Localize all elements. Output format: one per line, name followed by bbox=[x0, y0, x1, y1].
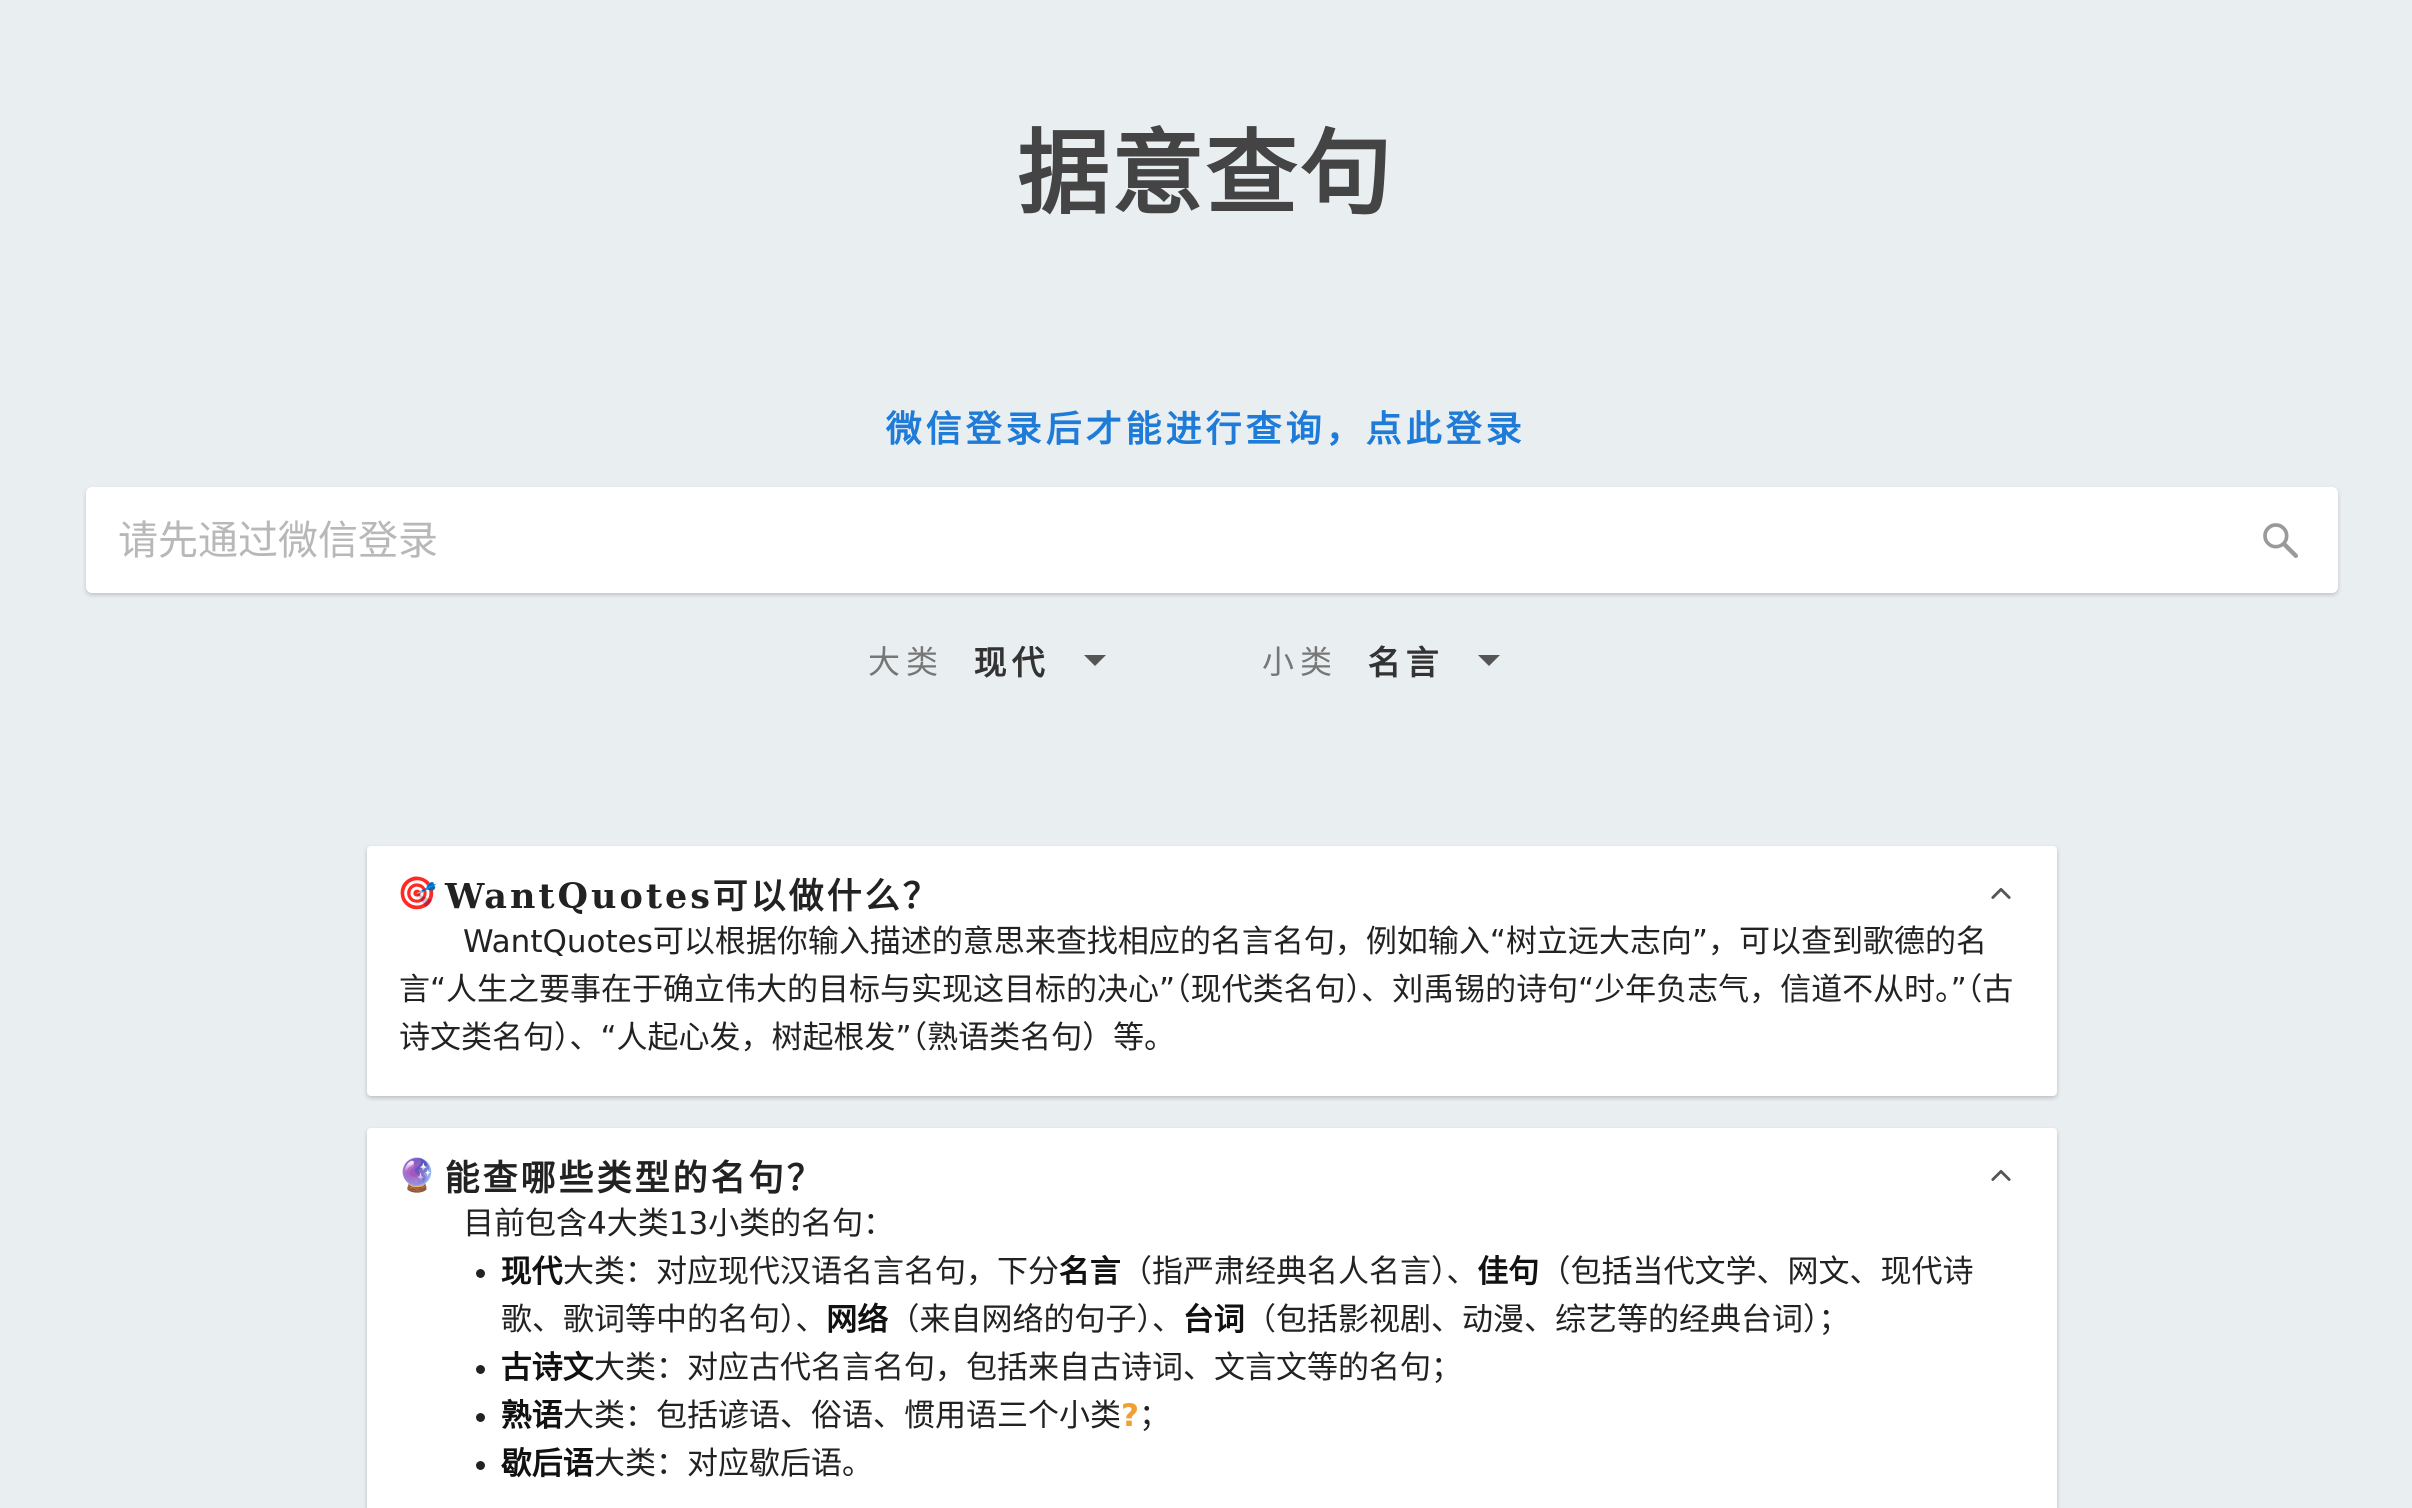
list-item: 熟语大类：包括谚语、俗语、惯用语三个小类?； bbox=[501, 1392, 2025, 1440]
faq-card-types: 🔮 能查哪些类型的名句？ 目前包含4大类13小类的名句： 现代大类：对应现代汉语… bbox=[367, 1128, 2057, 1508]
chevron-up-icon[interactable] bbox=[1987, 880, 2015, 908]
faq-card-title: 能查哪些类型的名句？ bbox=[445, 1157, 826, 1199]
faq-answer-text: WantQuotes可以根据你输入描述的意思来查找相应的名言名句，例如输入“树立… bbox=[399, 924, 2014, 1056]
chevron-up-icon[interactable] bbox=[1987, 1162, 2015, 1190]
filter-bar: 大类 现代 小类 名言 bbox=[0, 630, 2412, 690]
category-select[interactable]: 大类 现代 bbox=[868, 630, 1107, 690]
list-item: 古诗文大类：对应古代名言名句，包括来自古诗词、文言文等的名句； bbox=[501, 1344, 2025, 1392]
subtype-desc: （指严肃经典名人名言）、 bbox=[1121, 1254, 1478, 1290]
type-desc: ； bbox=[1138, 1398, 1170, 1434]
subcategory-select[interactable]: 小类 名言 bbox=[1262, 630, 1501, 690]
crystal-ball-icon: 🔮 bbox=[397, 1156, 437, 1194]
type-desc: 大类：包括谚语、俗语、惯用语三个小类 bbox=[563, 1398, 1121, 1434]
subtype-desc: （来自网络的句子）、 bbox=[888, 1302, 1184, 1338]
page: 据意查句 微信登录后才能进行查询，点此登录 大类 现代 小类 名言 🎯 Want… bbox=[0, 0, 2412, 1508]
caret-down-icon[interactable] bbox=[1084, 654, 1107, 666]
faq-card-body: 目前包含4大类13小类的名句： 现代大类：对应现代汉语名言名句，下分名言（指严肃… bbox=[399, 1200, 2025, 1488]
faq-card-header[interactable]: 🔮 能查哪些类型的名句？ bbox=[397, 1150, 825, 1200]
type-desc: 大类：对应古代名言名句，包括来自古诗词、文言文等的名句； bbox=[594, 1350, 1462, 1386]
category-value[interactable]: 现代 bbox=[974, 636, 1084, 684]
wechat-login-link[interactable]: 微信登录后才能进行查询，点此登录 bbox=[0, 400, 2412, 452]
search-box bbox=[86, 487, 2338, 595]
search-input[interactable] bbox=[116, 487, 2240, 595]
subtype-name: 台词 bbox=[1183, 1302, 1245, 1338]
types-list: 现代大类：对应现代汉语名言名句，下分名言（指严肃经典名人名言）、佳句（包括当代文… bbox=[399, 1248, 2025, 1488]
subtype-name: 名言 bbox=[1059, 1254, 1121, 1290]
faq-card-what: 🎯 WantQuotes可以做什么？ WantQuotes可以根据你输入描述的意… bbox=[367, 846, 2057, 1096]
faq-card-body: WantQuotes可以根据你输入描述的意思来查找相应的名言名句，例如输入“树立… bbox=[399, 918, 2025, 1062]
type-name: 现代 bbox=[501, 1254, 563, 1290]
subtype-desc: （包括影视剧、动漫、综艺等的经典台词）； bbox=[1245, 1302, 1850, 1338]
type-name: 古诗文 bbox=[501, 1350, 594, 1386]
category-label: 大类 bbox=[868, 643, 945, 681]
types-intro: 目前包含4大类13小类的名句： bbox=[463, 1206, 895, 1242]
help-icon[interactable]: ? bbox=[1121, 1398, 1139, 1434]
caret-down-icon[interactable] bbox=[1478, 654, 1501, 666]
page-title: 据意查句 bbox=[1017, 119, 1394, 227]
subcategory-label: 小类 bbox=[1262, 643, 1339, 681]
type-name: 熟语 bbox=[501, 1398, 563, 1434]
faq-card-title: WantQuotes可以做什么？ bbox=[445, 875, 941, 917]
list-item: 歇后语大类：对应歇后语。 bbox=[501, 1440, 2025, 1488]
target-icon: 🎯 bbox=[397, 874, 437, 912]
subtype-name: 网络 bbox=[826, 1302, 889, 1338]
subcategory-value[interactable]: 名言 bbox=[1368, 636, 1478, 684]
list-item: 现代大类：对应现代汉语名言名句，下分名言（指严肃经典名人名言）、佳句（包括当代文… bbox=[501, 1248, 2025, 1344]
type-desc: 大类：对应歇后语。 bbox=[594, 1446, 873, 1482]
faq-card-header[interactable]: 🎯 WantQuotes可以做什么？ bbox=[397, 868, 941, 918]
type-name: 歇后语 bbox=[501, 1446, 594, 1482]
search-icon[interactable] bbox=[2260, 520, 2300, 560]
type-desc: 大类：对应现代汉语名言名句，下分 bbox=[563, 1254, 1059, 1290]
subtype-name: 佳句 bbox=[1477, 1254, 1540, 1290]
